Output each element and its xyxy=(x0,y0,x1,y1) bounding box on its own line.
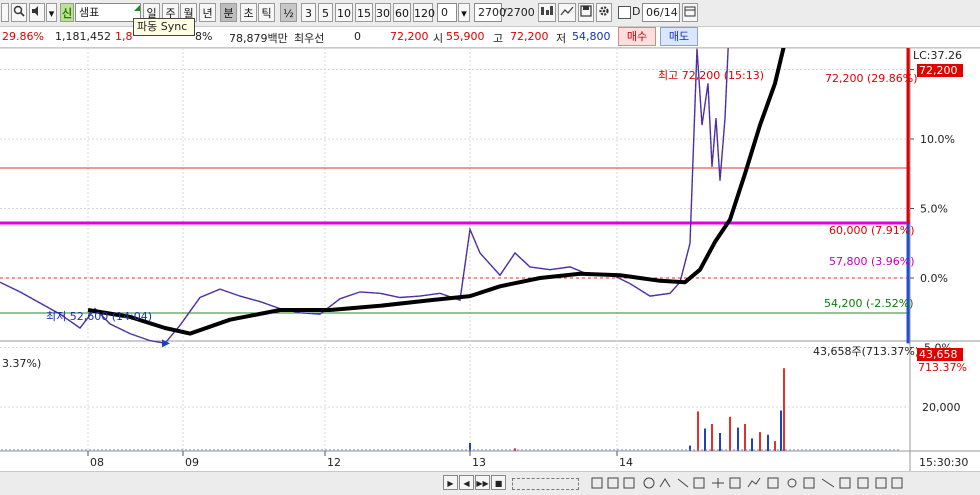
period-button-4[interactable]: 분 xyxy=(220,3,237,22)
time-tick-label: 13 xyxy=(472,456,486,469)
low-label: 저 xyxy=(556,32,567,45)
checkbox-label: D xyxy=(632,5,641,18)
change-percent: 29.86% xyxy=(2,30,44,43)
volume-tag: 43,658 xyxy=(917,348,963,361)
open-value: 55,900 xyxy=(446,30,485,43)
current-price: 72,200 xyxy=(390,30,429,43)
bottom-scroll-bar: ▶ ◀ ▶▶ ■ xyxy=(0,471,980,495)
count-total: /2700 xyxy=(503,6,535,19)
interval-button-10[interactable]: 10 xyxy=(335,3,353,22)
period-button-5[interactable]: 초 xyxy=(240,3,257,22)
open-label: 시 xyxy=(433,32,444,45)
period-button-3[interactable]: 년 xyxy=(199,3,216,22)
dropdown-arrow-icon[interactable]: ▾ xyxy=(46,3,57,22)
volume-value: 1,181,452 xyxy=(55,30,111,43)
partial-value-1: 1,8 xyxy=(115,30,133,43)
corner-marker-icon xyxy=(134,5,140,11)
offset-field[interactable]: 0 xyxy=(437,3,457,22)
nav-button-3[interactable]: ■ xyxy=(491,475,506,490)
line-54200-label: 54,200 (-2.52%) xyxy=(824,297,914,310)
high-value: 72,200 xyxy=(510,30,549,43)
date-checkbox[interactable] xyxy=(618,6,631,19)
interval-button-5[interactable]: 5 xyxy=(318,3,333,22)
speaker-icon[interactable] xyxy=(29,3,45,22)
high-line-label: 72,200 (29.86%) xyxy=(825,72,918,85)
stock-name-field[interactable]: 샘표 xyxy=(75,3,141,22)
save-icon[interactable] xyxy=(578,3,594,22)
price-tick-label: 5.0% xyxy=(920,203,948,216)
nav-button-2[interactable]: ▶▶ xyxy=(475,475,490,490)
toolbar-handle xyxy=(1,3,9,22)
nav-button-0[interactable]: ▶ xyxy=(443,475,458,490)
nav-button-1[interactable]: ◀ xyxy=(459,475,474,490)
period-button-6[interactable]: 틱 xyxy=(258,3,275,22)
line-60000-label: 60,000 (7.91%) xyxy=(829,224,915,237)
scroll-thumb[interactable] xyxy=(512,478,579,490)
chart-tools-icons[interactable] xyxy=(590,475,910,491)
volume-tick-label: 20,000 xyxy=(922,401,961,414)
interval-button-3[interactable]: 3 xyxy=(301,3,316,22)
date-field[interactable]: 06/14 xyxy=(642,3,680,22)
settings-chart-icon[interactable] xyxy=(538,3,556,22)
sell-button[interactable]: 매도 xyxy=(660,27,698,46)
calendar-icon[interactable] xyxy=(682,3,698,22)
time-tick-label: 09 xyxy=(185,456,199,469)
half-button[interactable]: ½ xyxy=(280,3,297,22)
lc-label: LC:37.26 xyxy=(913,49,963,62)
high-label: 고 xyxy=(493,32,504,45)
current-price-tag: 72,200 xyxy=(917,64,963,77)
price-series-red xyxy=(0,48,729,344)
volume-percent: 713.37% xyxy=(918,361,967,374)
gear-icon[interactable] xyxy=(596,3,612,22)
price-series-line xyxy=(0,48,729,345)
trade-amount: 78,879백만 xyxy=(229,32,288,45)
interval-button-15[interactable]: 15 xyxy=(355,3,373,22)
interval-button-60[interactable]: 60 xyxy=(393,3,411,22)
stock-tag: 신 xyxy=(60,3,74,22)
buy-button[interactable]: 매수 xyxy=(618,27,656,46)
time-tick-label: 14 xyxy=(619,456,633,469)
low-value: 54,800 xyxy=(572,30,611,43)
priority-value: 0 xyxy=(354,30,361,43)
trend-line-icon[interactable] xyxy=(558,3,576,22)
offset-dropdown-icon[interactable]: ▾ xyxy=(458,3,470,22)
partial-value-2: 8% xyxy=(195,30,213,43)
low-annotation: 최저 52,600 (14:04) xyxy=(46,310,153,323)
count-field[interactable]: 2700 xyxy=(474,3,506,22)
time-label: 15:30:30 xyxy=(919,456,969,469)
moving-average-line xyxy=(87,48,786,336)
high-annotation: 최고 72,200 (15:13) xyxy=(658,69,765,82)
wave-sync-tooltip: 파동 Sync xyxy=(133,18,195,36)
interval-button-120[interactable]: 120 xyxy=(413,3,435,22)
search-icon[interactable] xyxy=(11,3,27,22)
interval-button-30[interactable]: 30 xyxy=(375,3,391,22)
priority-label: 최우선 xyxy=(294,32,325,45)
volume-left-label: 3.37%) xyxy=(2,357,42,370)
volume-annotation: 43,658주(713.37%) xyxy=(813,345,920,358)
tool-icons xyxy=(590,475,910,491)
line-57800-label: 57,800 (3.96%) xyxy=(829,255,915,268)
time-tick-label: 08 xyxy=(90,456,104,469)
price-tick-label: 0.0% xyxy=(920,272,948,285)
time-tick-label: 12 xyxy=(327,456,341,469)
price-tick-label: 10.0% xyxy=(920,133,955,146)
